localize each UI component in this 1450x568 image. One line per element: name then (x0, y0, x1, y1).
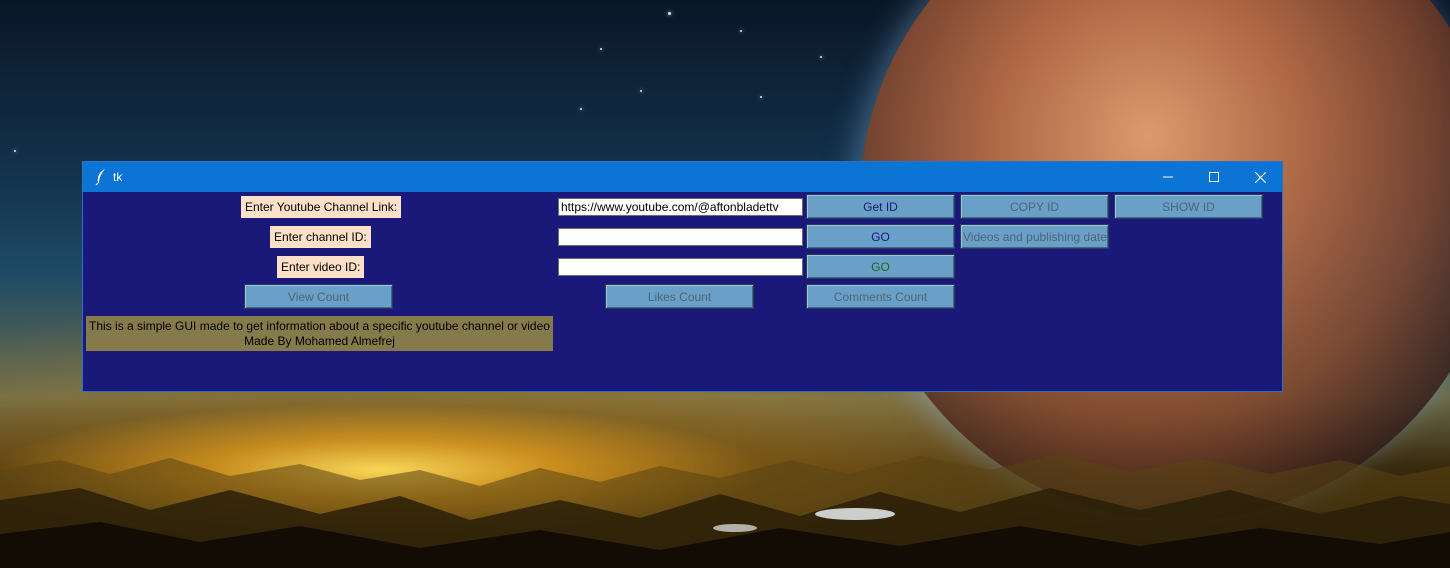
videos-dates-button[interactable]: Videos and publishing dates (960, 224, 1109, 249)
star (600, 48, 602, 50)
close-button[interactable] (1237, 162, 1283, 192)
info-panel: This is a simple GUI made to get informa… (86, 316, 553, 351)
info-description: This is a simple GUI made to get informa… (89, 319, 550, 333)
likes-count-button[interactable]: Likes Count (605, 284, 754, 309)
star (640, 90, 642, 92)
title-bar[interactable]: tk (83, 162, 1282, 192)
info-credit: Made By Mohamed Almefrej (244, 334, 395, 348)
get-id-button[interactable]: Get ID (806, 194, 955, 219)
app-window: tk Enter Youtube Channel Link: Get ID CO… (82, 161, 1283, 392)
channel-link-label: Enter Youtube Channel Link: (241, 196, 402, 218)
comments-count-button[interactable]: Comments Count (806, 284, 955, 309)
channel-id-label: Enter channel ID: (270, 226, 371, 248)
star (668, 12, 671, 15)
star (580, 108, 582, 110)
close-icon (1254, 171, 1266, 183)
minimize-icon (1163, 176, 1173, 178)
star (740, 30, 742, 32)
minimize-button[interactable] (1145, 162, 1191, 192)
copy-id-button[interactable]: COPY ID (960, 194, 1109, 219)
go-channel-button[interactable]: GO (806, 224, 955, 249)
star (760, 96, 762, 98)
channel-link-input[interactable] (558, 198, 803, 216)
star (820, 56, 822, 58)
go-video-button[interactable]: GO (806, 254, 955, 279)
mountain-silhouette (0, 454, 1450, 568)
channel-id-input[interactable] (558, 228, 803, 246)
show-id-button[interactable]: SHOW ID (1114, 194, 1263, 219)
video-id-input[interactable] (558, 258, 803, 276)
feather-icon (93, 168, 109, 186)
view-count-button[interactable]: View Count (244, 284, 393, 309)
star (14, 150, 16, 152)
window-title: tk (113, 170, 123, 184)
video-id-label: Enter video ID: (277, 256, 365, 278)
maximize-button[interactable] (1191, 162, 1237, 192)
maximize-icon (1209, 172, 1219, 182)
